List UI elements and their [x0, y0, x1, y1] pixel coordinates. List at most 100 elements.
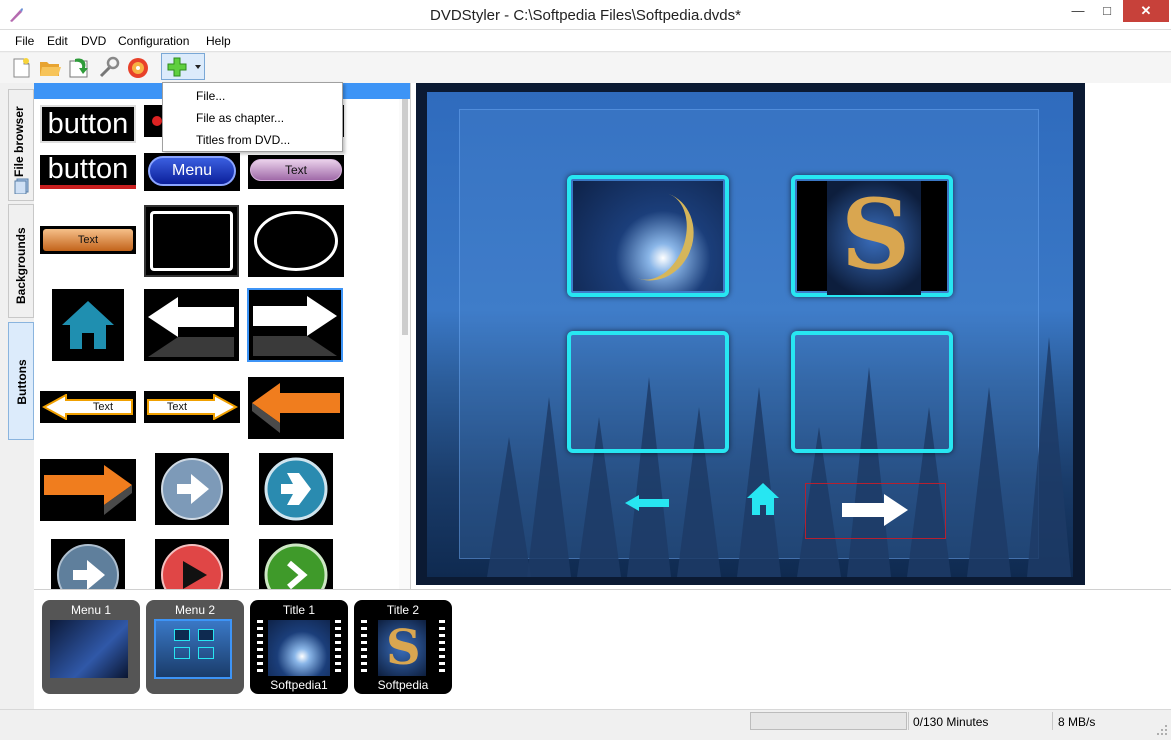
gallery-scrollbar-thumb[interactable]: [402, 99, 408, 335]
card-subtitle: Softpedia1: [270, 678, 328, 692]
menu-dvd[interactable]: DVD: [81, 34, 106, 48]
dropdown-item-file[interactable]: File...: [196, 89, 225, 103]
burn-disc-icon[interactable]: [126, 56, 150, 80]
nav-home-icon[interactable]: [745, 481, 781, 517]
card-subtitle: Softpedia: [377, 678, 429, 692]
tab-backgrounds[interactable]: Backgrounds: [8, 204, 34, 318]
button-style-label: Text: [284, 163, 307, 177]
circle-arrow-right-icon: [161, 458, 223, 520]
button-style-orange-arrow-right[interactable]: [40, 459, 136, 521]
tab-file-browser[interactable]: File browser: [8, 89, 34, 201]
maximize-button[interactable]: □: [1092, 0, 1122, 22]
dropdown-item-titles-from-dvd[interactable]: Titles from DVD...: [196, 133, 290, 147]
button-style-circle-arrow-grey[interactable]: [155, 453, 229, 525]
button-style-outline[interactable]: button: [40, 105, 136, 143]
add-dropdown-menu: File... File as chapter... Titles from D…: [162, 82, 343, 152]
menu-bar: File Edit DVD Configuration Help: [0, 30, 1171, 52]
button-style-circle-arrow-teal[interactable]: [259, 453, 333, 525]
title-button-1[interactable]: [567, 175, 729, 297]
arrow-left-icon: [148, 297, 234, 357]
save-icon[interactable]: [67, 56, 91, 80]
s-logo-graphic: S: [386, 620, 421, 676]
button-style-text-arrow-right[interactable]: Text: [144, 391, 240, 423]
play-icon: [161, 544, 223, 589]
button-style-circle-chevron-green[interactable]: [259, 539, 333, 589]
rect-frame-shape: [150, 211, 233, 271]
button-style-rect-frame[interactable]: [144, 205, 239, 277]
titleset-card-menu-2[interactable]: Menu 2: [146, 600, 244, 694]
home-icon: [62, 301, 114, 349]
tab-file-browser-label: File browser: [12, 106, 26, 177]
button-style-text-arrow-left[interactable]: Text: [40, 391, 136, 423]
selected-button-outline[interactable]: [805, 483, 946, 539]
nav-next-arrow-icon: [842, 494, 908, 526]
button-style-arrow-left[interactable]: [144, 289, 239, 361]
file-browser-icon: [14, 178, 29, 194]
button-style-underline[interactable]: button: [40, 155, 136, 189]
button-style-circle-play-red[interactable]: [155, 539, 229, 589]
card-title: Title 1: [282, 603, 316, 617]
tab-buttons[interactable]: Buttons: [8, 322, 34, 440]
menu-file[interactable]: File: [15, 34, 34, 48]
gallery-scrollbar[interactable]: [399, 99, 410, 589]
status-bar: 0/130 Minutes 8 MB/s: [0, 709, 1171, 740]
dropdown-item-file-as-chapter[interactable]: File as chapter...: [196, 111, 284, 125]
title-button-4[interactable]: [791, 331, 953, 453]
button-style-arrow-right[interactable]: [247, 288, 343, 362]
button-style-text-pill[interactable]: Text: [248, 155, 344, 189]
button-style-circle-arrow-slate[interactable]: [51, 539, 125, 589]
menu-1-thumbnail: [50, 620, 128, 678]
title-1-thumbnail: [573, 180, 723, 292]
mini-thumb: [198, 629, 214, 641]
button-style-text-orange[interactable]: Text: [40, 226, 136, 254]
bitrate: 8 MB/s: [1058, 715, 1096, 729]
mini-thumb: [198, 647, 214, 659]
card-title: Title 2: [386, 603, 420, 617]
title-bar: DVDStyler - C:\Softpedia Files\Softpedia…: [0, 0, 1171, 30]
button-style-orange-arrow-left[interactable]: [248, 377, 344, 439]
title-button-2[interactable]: S: [791, 175, 953, 297]
title-2-thumbnail: S: [378, 620, 426, 676]
menu-2-thumbnail: [154, 619, 232, 679]
button-style-label: Text: [92, 401, 114, 413]
nav-previous-arrow-icon[interactable]: [623, 493, 671, 513]
record-dot-icon: [152, 116, 162, 126]
open-folder-icon[interactable]: [38, 56, 62, 80]
button-style-ellipse-frame[interactable]: [248, 205, 344, 277]
new-document-icon[interactable]: [9, 56, 33, 80]
add-button[interactable]: [161, 53, 205, 80]
resize-grip-icon[interactable]: [1156, 724, 1168, 736]
menu-configuration[interactable]: Configuration: [118, 34, 189, 48]
menu-background: S: [427, 92, 1073, 577]
titleset-strip: Menu 1 Menu 2 Title 1 Softpedia1 Title 2…: [34, 589, 1171, 709]
button-style-label: button: [47, 155, 129, 185]
tab-backgrounds-label: Backgrounds: [14, 227, 28, 304]
chevron-down-icon: [195, 65, 201, 69]
orange-arrow-left-icon: [252, 383, 340, 433]
titleset-card-title-1[interactable]: Title 1 Softpedia1: [250, 600, 348, 694]
film-perforation: [335, 620, 341, 676]
titleset-card-menu-1[interactable]: Menu 1: [42, 600, 140, 694]
titleset-card-title-2[interactable]: Title 2 S Softpedia: [354, 600, 452, 694]
thumbnail-art: S: [827, 181, 921, 295]
close-button[interactable]: ✕: [1123, 0, 1169, 22]
minimize-button[interactable]: —: [1063, 0, 1093, 22]
settings-wrench-icon[interactable]: [97, 56, 121, 80]
swirl-shape: [600, 180, 706, 292]
window-title: DVDStyler - C:\Softpedia Files\Softpedia…: [430, 7, 741, 24]
film-perforation: [361, 620, 367, 676]
title-button-3[interactable]: [567, 331, 729, 453]
status-separator: [908, 712, 909, 730]
menu-help[interactable]: Help: [206, 34, 231, 48]
menu-edit[interactable]: Edit: [47, 34, 68, 48]
disc-usage-progress: [750, 712, 907, 730]
title-1-thumbnail: [268, 620, 330, 676]
circle-chevron-right-icon: [264, 543, 328, 589]
mini-thumb: [174, 647, 190, 659]
card-title: Menu 1: [70, 603, 112, 617]
button-style-menu-pill[interactable]: Menu: [144, 153, 240, 191]
button-style-home[interactable]: [52, 289, 124, 361]
circle-arrow-right-icon: [57, 544, 119, 589]
menu-preview[interactable]: S: [416, 83, 1085, 585]
buttons-gallery: button button Menu Text Text Text Text: [34, 83, 411, 589]
